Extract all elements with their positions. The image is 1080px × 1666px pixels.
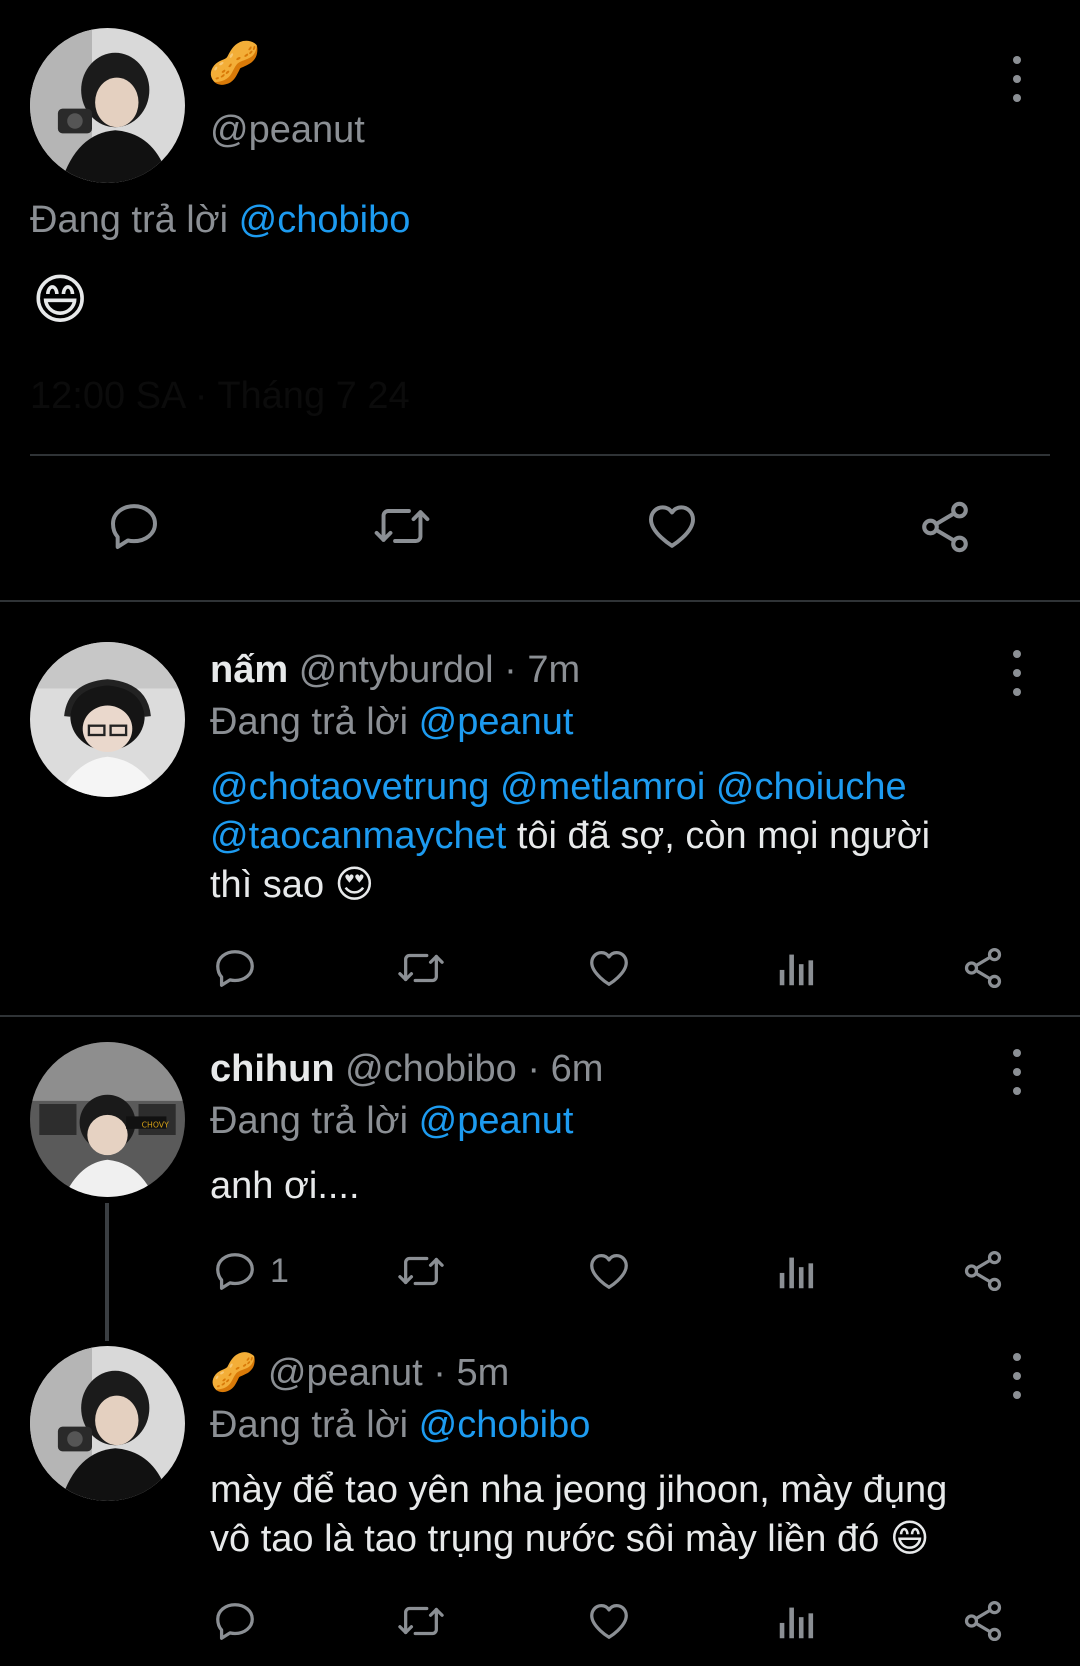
- replying-to-link[interactable]: @peanut: [419, 701, 574, 743]
- like-icon[interactable]: [585, 1248, 633, 1294]
- reply-icon[interactable]: [106, 498, 162, 554]
- divider: [0, 1015, 1080, 1017]
- views-icon[interactable]: [774, 1248, 820, 1294]
- tweet-text-line: vô tao là tao trụng nước sôi mày liền đó…: [210, 1514, 929, 1563]
- more-icon[interactable]: [1007, 1353, 1027, 1399]
- handle[interactable]: @peanut: [210, 106, 365, 154]
- reply-icon[interactable]: [212, 1598, 258, 1644]
- display-name[interactable]: chihun: [210, 1048, 335, 1090]
- replying-to-line: Đang trả lời @peanut: [210, 698, 573, 746]
- mention-link[interactable]: @taocanmaychet: [210, 815, 506, 857]
- avatar-ntyburdol[interactable]: [30, 642, 185, 797]
- like-icon[interactable]: [642, 498, 702, 554]
- timestamp: · 7m: [504, 649, 581, 691]
- share-icon[interactable]: [960, 945, 1006, 991]
- avatar-peanut[interactable]: [30, 1346, 185, 1501]
- replying-to-link[interactable]: @chobibo: [239, 199, 411, 241]
- main-tweet-separator: [30, 454, 1050, 456]
- more-icon[interactable]: [1007, 1049, 1027, 1095]
- reply-count: 1: [270, 1252, 289, 1290]
- retweet-icon[interactable]: [372, 498, 432, 554]
- reply-header: 🥜 @peanut · 5m: [210, 1346, 509, 1399]
- tweet-text: mày để tao yên nha jeong jihoon, mày đụn…: [210, 1469, 948, 1511]
- avatar-chobibo[interactable]: CHOVY: [30, 1042, 185, 1197]
- timestamp: · 6m: [527, 1048, 604, 1090]
- mentions-line[interactable]: @chotaovetrung @metlamroi @choiuche: [210, 763, 907, 811]
- share-icon[interactable]: [960, 1598, 1006, 1644]
- timestamp: · 5m: [433, 1352, 510, 1394]
- replying-to-line: Đang trả lời @chobibo: [210, 1401, 590, 1449]
- display-name[interactable]: nấm: [210, 649, 288, 691]
- handle[interactable]: @chobibo: [345, 1048, 517, 1090]
- replying-prefix: Đang trả lời: [210, 701, 409, 743]
- tweet-text-line: @taocanmaychet tôi đã sợ, còn mọi người: [210, 812, 930, 860]
- share-icon[interactable]: [916, 498, 974, 556]
- tweet-text: thì sao: [210, 864, 325, 906]
- avatar-photo-peanut: [30, 28, 185, 183]
- retweet-icon[interactable]: [395, 1598, 447, 1644]
- views-icon[interactable]: [774, 945, 820, 991]
- thread-line: [105, 1203, 109, 1341]
- replying-to-link[interactable]: @chobibo: [419, 1404, 591, 1446]
- svg-text:CHOVY: CHOVY: [142, 1120, 170, 1129]
- reply-header: nấm @ntyburdol · 7m: [210, 644, 580, 696]
- display-name-emoji: 🥜: [208, 38, 261, 87]
- tweet-emoji: 😄: [889, 1516, 930, 1560]
- tweet-body-emoji: 😄: [32, 268, 89, 331]
- reply-icon[interactable]: [212, 1248, 258, 1294]
- more-icon[interactable]: [1007, 56, 1027, 102]
- display-name-emoji[interactable]: 🥜: [210, 1350, 257, 1394]
- replying-to-line: Đang trả lời @peanut: [210, 1097, 573, 1145]
- views-icon[interactable]: [774, 1598, 820, 1644]
- handle[interactable]: @ntyburdol: [299, 649, 494, 691]
- like-icon[interactable]: [585, 1598, 633, 1644]
- replying-prefix: Đang trả lời: [210, 1404, 409, 1446]
- replying-prefix: Đang trả lời: [30, 199, 229, 241]
- handle[interactable]: @peanut: [268, 1352, 423, 1394]
- avatar-photo-peanut: [30, 1346, 185, 1501]
- tweet-text-line: thì sao 😍: [210, 860, 374, 909]
- tweet-text: anh ơi....: [210, 1165, 360, 1207]
- reply-header: chihun @chobibo · 6m: [210, 1043, 603, 1095]
- tweet-text: tôi đã sợ, còn mọi người: [516, 815, 931, 857]
- retweet-icon[interactable]: [395, 1248, 447, 1294]
- more-icon[interactable]: [1007, 650, 1027, 696]
- tweet-text: vô tao là tao trụng nước sôi mày liền đó: [210, 1518, 880, 1560]
- reply-icon[interactable]: [212, 945, 258, 991]
- divider: [0, 600, 1080, 602]
- replying-to-line: Đang trả lời @chobibo: [30, 196, 410, 244]
- timestamp: 12:00 SA · Tháng 7 24: [30, 375, 410, 417]
- avatar-photo-chobibo: CHOVY: [30, 1042, 185, 1197]
- avatar-photo-ntyburdol: [30, 642, 185, 797]
- avatar-peanut[interactable]: [30, 28, 185, 183]
- tweet-emoji: 😍: [334, 862, 375, 906]
- replying-to-link[interactable]: @peanut: [419, 1100, 574, 1142]
- replying-prefix: Đang trả lời: [210, 1100, 409, 1142]
- retweet-icon[interactable]: [395, 945, 447, 991]
- like-icon[interactable]: [585, 945, 633, 991]
- share-icon[interactable]: [960, 1248, 1006, 1294]
